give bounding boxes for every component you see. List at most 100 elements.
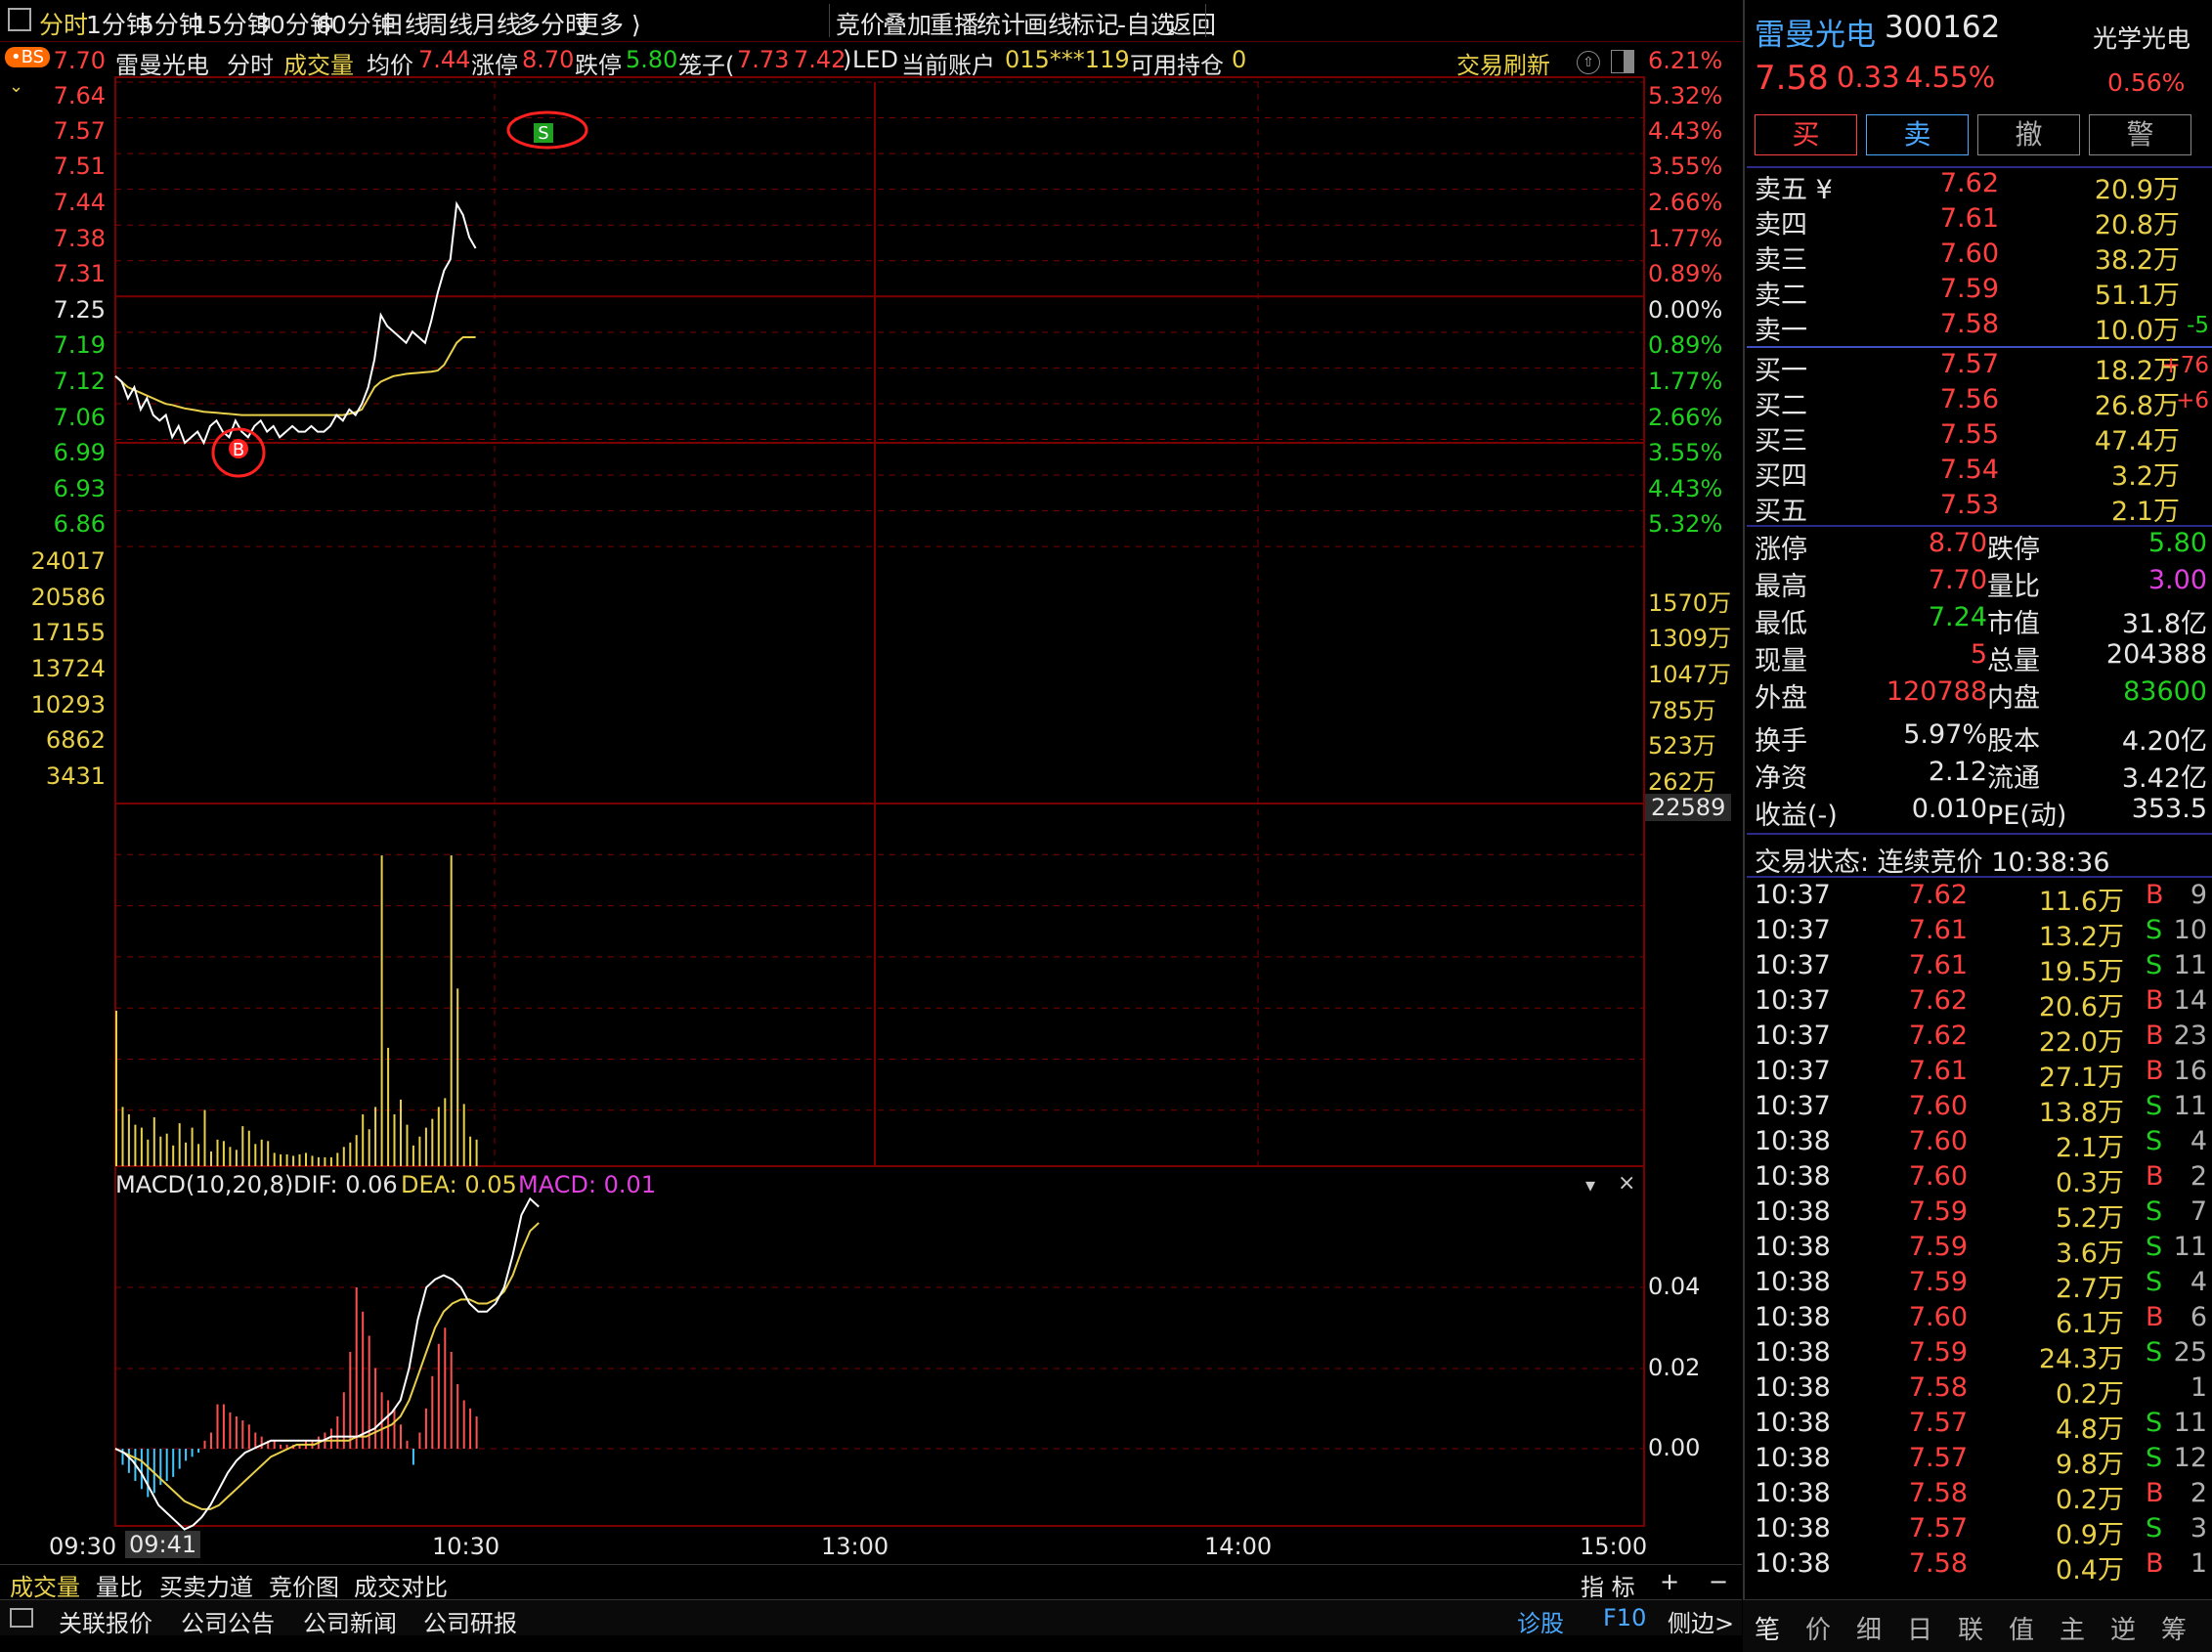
sell-button[interactable]: 卖 <box>1866 114 1969 155</box>
stat2-label-2: 收益(-) <box>1755 801 1838 831</box>
indicator-tab-2[interactable]: 买卖力道 <box>159 1568 253 1602</box>
tick-volume-5: 27.1万 <box>2038 1063 2124 1093</box>
macd-histogram-bar <box>241 1420 244 1449</box>
macd-histogram-bar <box>191 1449 194 1457</box>
stat-label-4: 外盘 <box>1755 683 1807 714</box>
tick-price-7: 7.60 <box>1908 1126 1968 1156</box>
indicator-tab-1[interactable]: 量比 <box>96 1568 143 1602</box>
remove-indicator-button[interactable]: − <box>1709 1568 1728 1595</box>
indicator-button[interactable]: 指 标 <box>1581 1568 1635 1602</box>
volume-bar <box>235 1150 238 1166</box>
indicator-tab-bar: 成交量 量比 买卖力道 竞价图 成交对比 指 标 + − <box>0 1564 1742 1601</box>
tick-volume-18: 0.9万 <box>2056 1520 2124 1550</box>
asks-price-0[interactable]: 7.62 <box>1901 168 1999 198</box>
asks-price-1[interactable]: 7.61 <box>1901 203 1999 234</box>
indicator-tab-3[interactable]: 竞价图 <box>269 1568 339 1602</box>
buy-button[interactable]: 买 <box>1755 114 1857 155</box>
stat-value2-4: 83600 <box>2123 676 2207 707</box>
stat2-label-0: 换手 <box>1755 726 1807 757</box>
side-tab-6[interactable]: 主 <box>2060 1610 2085 1646</box>
bids-price-3[interactable]: 7.54 <box>1901 455 1999 485</box>
tick-count-11: 4 <box>2190 1267 2207 1297</box>
add-indicator-button[interactable]: + <box>1660 1568 1679 1595</box>
side-tab-8[interactable]: 筹 <box>2161 1610 2187 1646</box>
stat-label-1: 最高 <box>1755 572 1807 602</box>
chart-border <box>114 76 1645 1527</box>
footer-tab-0[interactable]: 关联报价 <box>59 1604 152 1638</box>
volume-axis-right-0: 1570万 <box>1648 589 1732 617</box>
asks-price-3[interactable]: 7.59 <box>1901 274 1999 304</box>
stat-label-0: 涨停 <box>1755 535 1807 565</box>
volume-bar <box>254 1144 257 1166</box>
buy-marker-label: B <box>233 440 244 460</box>
side-tab-0[interactable]: 笔 <box>1755 1610 1780 1646</box>
pct-axis-right-0: 6.21% <box>1648 47 1723 74</box>
macd-dropdown-icon[interactable]: ▾ <box>1585 1173 1595 1196</box>
indicator-tab-0[interactable]: 成交量 <box>10 1568 80 1602</box>
cancel-order-button[interactable]: 撤 <box>1977 114 2080 155</box>
asks-label-2: 卖三 <box>1755 245 1807 276</box>
macd-histogram-bar <box>185 1449 188 1461</box>
macd-histogram-bar <box>172 1449 175 1477</box>
tick-time-11: 10:38 <box>1755 1267 1831 1297</box>
quote-pct: 4.55% <box>1905 61 1996 94</box>
price-axis-left-low-5: 6.86 <box>53 510 106 538</box>
f10-button[interactable]: F10 <box>1603 1604 1646 1631</box>
side-tab-2[interactable]: 细 <box>1856 1610 1882 1646</box>
side-tab-7[interactable]: 逆 <box>2110 1610 2136 1646</box>
asks-volume-3: 51.1万 <box>2094 281 2180 311</box>
side-tab-1[interactable]: 价 <box>1805 1610 1831 1646</box>
footer-tab-2[interactable]: 公司新闻 <box>303 1604 397 1638</box>
alert-button[interactable]: 警 <box>2089 114 2191 155</box>
macd-histogram-bar <box>469 1408 472 1450</box>
price-line <box>114 200 477 446</box>
tick-price-1: 7.61 <box>1908 915 1968 945</box>
macd-histogram-bar <box>450 1352 453 1449</box>
tick-count-15: 11 <box>2173 1408 2207 1438</box>
macd-histogram-bar <box>222 1404 225 1449</box>
side-tab-3[interactable]: 日 <box>1907 1610 1932 1646</box>
footer-tab-1[interactable]: 公司公告 <box>181 1604 275 1638</box>
bids-price-0[interactable]: 7.57 <box>1901 349 1999 379</box>
macd-histogram-bar <box>349 1352 352 1449</box>
volume-bar <box>260 1139 263 1166</box>
macd-close-icon[interactable]: × <box>1618 1171 1635 1196</box>
tick-volume-10: 3.6万 <box>2056 1239 2124 1269</box>
indicator-tab-4[interactable]: 成交对比 <box>354 1568 448 1602</box>
sidebar-toggle[interactable]: 侧边> <box>1668 1604 1734 1638</box>
bids-price-2[interactable]: 7.55 <box>1901 419 1999 450</box>
bids-price-4[interactable]: 7.53 <box>1901 490 1999 520</box>
volume-bar <box>362 1114 365 1166</box>
asks-volume-0: 20.9万 <box>2094 175 2180 205</box>
footer-tab-3[interactable]: 公司研报 <box>423 1604 517 1638</box>
tick-volume-12: 6.1万 <box>2056 1309 2124 1339</box>
quote-stock-code: 300162 <box>1885 10 2001 45</box>
tick-time-5: 10:37 <box>1755 1056 1831 1086</box>
footer-window-icon[interactable] <box>10 1608 33 1628</box>
quote-sector[interactable]: 光学光电 <box>2093 20 2190 55</box>
bids-label-1: 买二 <box>1755 391 1807 421</box>
asks-label-0: 卖五 ¥ <box>1755 175 1833 205</box>
asks-price-4[interactable]: 7.58 <box>1901 309 1999 339</box>
bids-price-1[interactable]: 7.56 <box>1901 384 1999 414</box>
volume-bar <box>317 1156 320 1166</box>
asks-change-4: -5 <box>2187 313 2209 338</box>
asks-price-2[interactable]: 7.60 <box>1901 239 1999 269</box>
diagnose-button[interactable]: 诊股 <box>1517 1604 1564 1638</box>
stat2-value-0: 5.97% <box>1903 719 1987 750</box>
side-tab-5[interactable]: 值 <box>2009 1610 2034 1646</box>
tick-volume-11: 2.7万 <box>2056 1274 2124 1304</box>
tick-volume-7: 2.1万 <box>2056 1133 2124 1163</box>
tick-volume-4: 22.0万 <box>2038 1027 2124 1058</box>
tick-time-13: 10:38 <box>1755 1337 1831 1368</box>
bids-volume-4: 2.1万 <box>2111 497 2180 527</box>
side-tab-4[interactable]: 联 <box>1958 1610 1983 1646</box>
stat-label2-4: 内盘 <box>1987 683 2040 714</box>
volume-cursor-box: 22589 <box>1645 794 1732 821</box>
macd-axis-1: 0.02 <box>1648 1354 1701 1381</box>
tick-time-3: 10:37 <box>1755 985 1831 1016</box>
macd-histogram-bar <box>400 1424 402 1450</box>
tick-count-16: 12 <box>2173 1443 2207 1473</box>
volume-bar <box>152 1117 155 1166</box>
macd-histogram-bar <box>229 1412 232 1449</box>
